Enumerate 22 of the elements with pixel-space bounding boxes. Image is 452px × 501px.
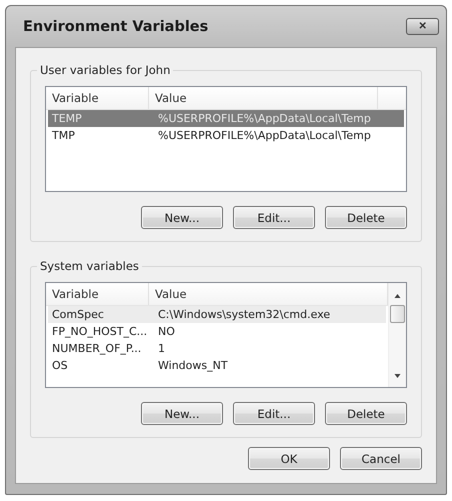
scroll-thumb[interactable]	[390, 305, 405, 323]
list-row[interactable]: TMP %USERPROFILE%\AppData\Local\Temp	[48, 127, 404, 144]
list-row[interactable]: ComSpec C:\Windows\system32\cmd.exe	[48, 306, 386, 323]
column-header[interactable]: Variable	[46, 283, 149, 305]
button[interactable]: New...	[141, 206, 223, 229]
list-row[interactable]: FP_NO_HOST_C... NO	[48, 323, 386, 340]
column-header[interactable]: Value	[149, 87, 378, 109]
group-label: System variables	[37, 259, 142, 273]
list-row[interactable]: OS Windows_NT	[48, 357, 386, 374]
button[interactable]: Delete	[325, 402, 407, 425]
button[interactable]: Edit...	[233, 206, 315, 229]
close-button[interactable]: ✕	[406, 18, 439, 35]
button[interactable]: Edit...	[233, 402, 315, 425]
button[interactable]: OK	[248, 447, 330, 470]
scrollbar[interactable]	[388, 283, 406, 387]
window-title: Environment Variables	[23, 18, 208, 34]
button[interactable]: Cancel	[340, 447, 422, 470]
column-header[interactable]: Variable	[46, 87, 149, 109]
button[interactable]: Delete	[325, 206, 407, 229]
group-label: User variables for John	[37, 63, 174, 77]
list-row[interactable]: NUMBER_OF_P... 1	[48, 340, 386, 357]
button[interactable]: New...	[141, 402, 223, 425]
